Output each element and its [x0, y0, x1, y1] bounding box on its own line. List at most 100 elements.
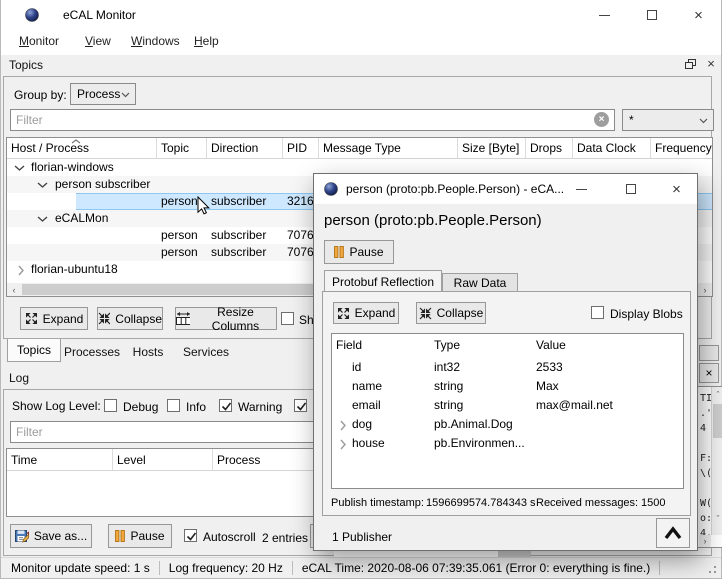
- show-log-level-label: Show Log Level:: [12, 399, 101, 413]
- scrollbar-thumb[interactable]: [713, 404, 722, 438]
- chevron-collapsed-icon[interactable]: [339, 439, 347, 450]
- col-message-type[interactable]: Message Type: [319, 138, 458, 159]
- warning-label: Warning: [238, 400, 282, 414]
- resize-columns-button[interactable]: Resize Columns: [175, 307, 277, 330]
- close-panel-icon[interactable]: ×: [699, 363, 719, 383]
- pause-icon: [115, 530, 125, 542]
- chevron-down-icon: [699, 118, 708, 124]
- minimize-button[interactable]: [582, 0, 627, 30]
- menu-bar: Monitor View Windows Help: [1, 30, 721, 55]
- menu-help[interactable]: Help: [194, 34, 219, 48]
- close-button[interactable]: ×: [654, 174, 699, 204]
- clear-filter-icon[interactable]: ×: [594, 112, 609, 127]
- float-panel-icon[interactable]: [699, 345, 719, 361]
- scroll-down-icon[interactable]: ˇ: [712, 513, 722, 525]
- col-time[interactable]: Time: [7, 449, 113, 471]
- pause-icon: [334, 246, 344, 258]
- vertical-scrollbar[interactable]: ˆ ˇ: [711, 387, 722, 535]
- scroll-left-icon[interactable]: ‹: [7, 283, 21, 296]
- chevron-down-icon: [121, 92, 130, 98]
- filter-mode-select[interactable]: *: [622, 109, 714, 131]
- info-label: Info: [186, 400, 206, 414]
- field-row-expandable[interactable]: house pb.Environmen...: [332, 434, 683, 453]
- expand-button[interactable]: Expand: [20, 307, 88, 330]
- dialog-pause-button[interactable]: Pause: [324, 240, 394, 264]
- display-blobs-checkbox[interactable]: [591, 306, 604, 319]
- direction-cell: subscriber: [211, 245, 266, 259]
- error-checkbox[interactable]: [294, 399, 307, 412]
- col-size[interactable]: Size [Byte]: [458, 138, 526, 159]
- expand-label: Expand: [355, 306, 396, 320]
- resize-grip[interactable]: [705, 562, 718, 575]
- tab-label: Hosts: [133, 345, 164, 359]
- menu-view[interactable]: View: [85, 34, 111, 48]
- scroll-to-top-button[interactable]: [656, 518, 690, 548]
- field-row[interactable]: name string Max: [332, 377, 683, 396]
- separator: [659, 561, 660, 575]
- scroll-up-icon[interactable]: ˆ: [712, 389, 722, 401]
- window-title: eCAL Monitor: [63, 8, 136, 22]
- chevron-expanded-icon[interactable]: [37, 215, 48, 223]
- field-name: email: [352, 398, 381, 412]
- chevron-expanded-icon[interactable]: [37, 181, 48, 189]
- menu-monitor[interactable]: Monitor: [19, 34, 59, 48]
- log-frequency-status: Log frequency: 20 Hz: [169, 561, 283, 575]
- close-button[interactable]: ×: [676, 0, 721, 30]
- dialog-expand-button[interactable]: Expand: [333, 302, 399, 324]
- autoscroll-checkbox[interactable]: [184, 529, 197, 542]
- field-row[interactable]: id int32 2533: [332, 358, 683, 377]
- float-panel-icon[interactable]: [683, 58, 697, 71]
- resize-columns-label: Resize Columns: [195, 305, 276, 333]
- scroll-right-icon[interactable]: ›: [698, 283, 712, 296]
- col-direction[interactable]: Direction: [207, 138, 283, 159]
- save-as-button[interactable]: Save as...: [10, 524, 92, 548]
- minimize-button[interactable]: [559, 174, 604, 204]
- debug-checkbox[interactable]: [104, 399, 117, 412]
- pid-cell: 7076: [287, 245, 314, 259]
- col-level[interactable]: Level: [113, 449, 213, 471]
- collapse-button[interactable]: Collapse: [97, 307, 163, 330]
- chevron-collapsed-icon[interactable]: [339, 420, 347, 431]
- col-frequency[interactable]: Frequency [: [651, 138, 712, 159]
- maximize-button[interactable]: [629, 0, 674, 30]
- col-field[interactable]: Field: [332, 334, 430, 356]
- show-checkbox[interactable]: [281, 312, 294, 325]
- field-row-expandable[interactable]: dog pb.Animal.Dog: [332, 415, 683, 434]
- dialog-collapse-button[interactable]: Collapse: [416, 302, 486, 324]
- chevron-collapsed-icon[interactable]: [17, 265, 25, 276]
- tab-raw-data[interactable]: Raw Data: [442, 273, 518, 292]
- col-data-clock[interactable]: Data Clock: [573, 138, 651, 159]
- topics-filter-input[interactable]: [10, 109, 615, 131]
- tab-topics[interactable]: Topics: [7, 339, 61, 362]
- col-topic[interactable]: Topic: [157, 138, 207, 159]
- filter-mode-value: *: [629, 113, 634, 127]
- tab-protobuf-reflection[interactable]: Protobuf Reflection: [324, 270, 442, 292]
- tab-services[interactable]: Services: [173, 341, 239, 362]
- field-row[interactable]: email string max@mail.net: [332, 396, 683, 415]
- tab-hosts[interactable]: Hosts: [123, 341, 173, 362]
- separator: [159, 561, 160, 575]
- tab-processes[interactable]: Processes: [61, 341, 123, 362]
- field-type: pb.Environmen...: [434, 436, 525, 450]
- process-label: person subscriber: [55, 177, 150, 191]
- col-drops[interactable]: Drops: [526, 138, 573, 159]
- scroll-right-icon[interactable]: ›: [699, 535, 711, 547]
- close-panel-icon[interactable]: ×: [704, 56, 718, 71]
- chevron-expanded-icon[interactable]: [14, 164, 25, 172]
- log-pause-button[interactable]: Pause: [108, 524, 172, 548]
- col-value[interactable]: Value: [532, 334, 683, 356]
- col-pid[interactable]: PID: [283, 138, 319, 159]
- pid-cell: 3216: [287, 194, 314, 208]
- topic-cell: person: [161, 228, 198, 242]
- resize-columns-icon: [176, 312, 190, 325]
- warning-checkbox[interactable]: [219, 399, 232, 412]
- display-blobs-label: Display Blobs: [610, 307, 683, 321]
- col-host-process[interactable]: Host / Process: [7, 138, 157, 159]
- menu-windows[interactable]: Windows: [131, 34, 180, 48]
- mouse-cursor: [197, 196, 210, 216]
- info-checkbox[interactable]: [167, 399, 180, 412]
- maximize-button[interactable]: [608, 174, 653, 204]
- group-by-select[interactable]: Process: [70, 83, 136, 105]
- expand-label: Expand: [43, 312, 84, 326]
- col-type[interactable]: Type: [430, 334, 532, 356]
